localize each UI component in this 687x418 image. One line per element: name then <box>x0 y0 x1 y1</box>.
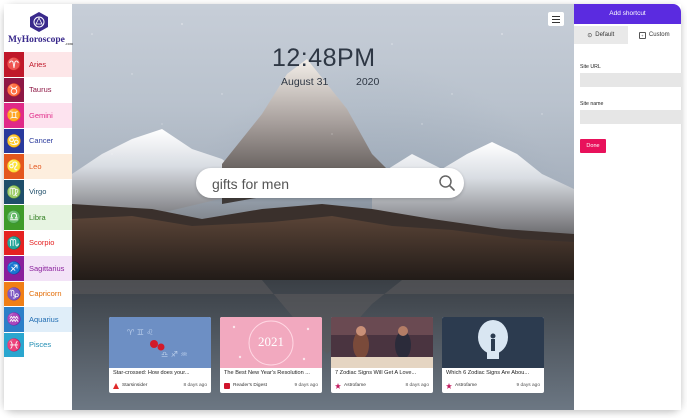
sidebar-item-label: Pisces <box>29 340 52 350</box>
news-card[interactable]: Which 6 Zodiac Signs Are Abou... Astrofa… <box>442 317 544 393</box>
site-url-label: Site URL <box>580 64 601 70</box>
sidebar-item-label: Gemini <box>29 110 53 120</box>
card-title: The Best New Year's Resolution ... <box>224 370 310 376</box>
done-button[interactable]: Done <box>580 139 606 153</box>
sidebar-item-label: Capricorn <box>29 289 62 299</box>
svg-text:2021: 2021 <box>258 334 284 349</box>
cancer-icon: ♋ <box>4 128 24 153</box>
card-source: Astrofame <box>344 383 366 388</box>
logo-gem-icon <box>30 12 48 32</box>
new-tab-background: 12:48PM August 31 2020 ♈ ♊ ♌ ♎ ♐ ♒ Star-… <box>72 4 574 410</box>
astrofame-logo-icon <box>446 383 452 389</box>
aries-icon: ♈ <box>4 52 24 77</box>
card-age: 8 days ago <box>405 383 429 388</box>
clock-date: August 31 <box>281 76 329 88</box>
starsinsider-logo-icon <box>113 383 119 389</box>
taurus-icon: ♉ <box>4 77 24 102</box>
card-thumbnail-zodiac-hearts: ♈ ♊ ♌ ♎ ♐ ♒ <box>109 317 211 368</box>
gemini-icon: ♊ <box>4 103 24 128</box>
svg-text:♈ ♊ ♌: ♈ ♊ ♌ <box>127 328 154 337</box>
brand-logo[interactable]: MyHoroscope.com <box>4 4 73 50</box>
card-title: Which 6 Zodiac Signs Are Abou... <box>446 370 530 376</box>
card-thumbnail-couple-dinner <box>331 317 433 368</box>
readers-digest-logo-icon <box>224 383 230 389</box>
astrofame-logo-icon <box>335 383 341 389</box>
aquarius-icon: ♒ <box>4 307 24 332</box>
search-icon[interactable] <box>438 174 456 192</box>
sidebar-item-label: Cancer <box>29 136 54 146</box>
sidebar-item-leo[interactable]: ♌ Leo <box>4 154 72 180</box>
brand-name: MyHoroscope.com <box>8 35 73 46</box>
card-source: Astrofame <box>455 383 477 388</box>
news-card[interactable]: 2021 The Best New Year's Resolution ... … <box>220 317 322 393</box>
zodiac-list: ♈ Aries ♉ Taurus ♊ Gemini ♋ Cancer ♌ Leo ♍ Virgo ♎ Li… <box>4 52 72 358</box>
sidebar-item-label: Libra <box>29 212 46 222</box>
news-card[interactable]: 7 Zodiac Signs Will Get A Love... Astrof… <box>331 317 433 393</box>
sidebar-item-taurus[interactable]: ♉ Taurus <box>4 77 72 103</box>
sidebar-item-label: Taurus <box>29 85 52 95</box>
sagittarius-icon: ♐ <box>4 256 24 281</box>
card-thumbnail-new-year: 2021 <box>220 317 322 368</box>
menu-icon[interactable] <box>548 12 564 26</box>
pisces-icon: ♓ <box>4 332 24 357</box>
tab-label: Custom <box>648 32 670 38</box>
sidebar-item-aries[interactable]: ♈ Aries <box>4 52 72 78</box>
card-source: Reader's Digest <box>233 383 267 388</box>
sidebar-item-sagittarius[interactable]: ♐ Sagittarius <box>4 256 72 282</box>
sidebar-item-label: Virgo <box>29 187 47 197</box>
default-tab-icon: ⊙ <box>587 32 593 39</box>
clock-year: 2020 <box>356 76 380 88</box>
panel-header: Add shortcut <box>574 4 681 24</box>
sidebar-item-scorpio[interactable]: ♏ Scorpio <box>4 230 72 256</box>
svg-text:♎ ♐ ♒: ♎ ♐ ♒ <box>161 350 188 359</box>
sidebar-item-pisces[interactable]: ♓ Pisces <box>4 332 72 358</box>
tab-label: Default <box>595 32 615 38</box>
sidebar-item-cancer[interactable]: ♋ Cancer <box>4 128 72 154</box>
zodiac-sidebar: MyHoroscope.com ♈ Aries ♉ Taurus ♊ Gemini ♋ Can… <box>4 4 73 410</box>
virgo-icon: ♍ <box>4 179 24 204</box>
sidebar-item-libra[interactable]: ♎ Libra <box>4 205 72 231</box>
clock-time: 12:48PM <box>272 44 376 72</box>
libra-icon: ♎ <box>4 205 24 230</box>
leo-icon: ♌ <box>4 154 24 179</box>
card-age: 8 days ago <box>183 383 207 388</box>
tab-default[interactable]: ⊙ Default <box>574 26 628 44</box>
site-name-label: Site name <box>580 101 604 107</box>
tab-custom[interactable]: + Custom <box>628 26 682 44</box>
capricorn-icon: ♑ <box>4 281 24 306</box>
custom-tab-icon: + <box>638 31 646 39</box>
search-input[interactable] <box>210 172 434 196</box>
sidebar-item-virgo[interactable]: ♍ Virgo <box>4 179 72 205</box>
search-bar <box>196 168 464 198</box>
sidebar-item-capricorn[interactable]: ♑ Capricorn <box>4 281 72 307</box>
card-title: Star-crossed: How does your... <box>113 370 190 376</box>
scorpio-icon: ♏ <box>4 230 24 255</box>
site-name-input[interactable] <box>580 110 682 124</box>
news-card[interactable]: ♈ ♊ ♌ ♎ ♐ ♒ Star-crossed: How does your.… <box>109 317 211 393</box>
sidebar-item-aquarius[interactable]: ♒ Aquarius <box>4 307 72 333</box>
sidebar-item-label: Aries <box>29 59 47 69</box>
site-url-input[interactable] <box>580 73 682 87</box>
card-age: 9 days ago <box>516 383 540 388</box>
card-thumbnail-lightbulb <box>442 317 544 368</box>
card-source: Starsinsider <box>122 383 148 388</box>
sidebar-item-label: Leo <box>29 161 42 171</box>
card-age: 9 days ago <box>294 383 318 388</box>
sidebar-item-label: Scorpio <box>29 238 55 248</box>
shortcut-tabs: ⊙ Default + Custom <box>574 26 681 44</box>
add-shortcut-panel: Add shortcut ⊙ Default + Custom Site URL… <box>574 4 682 410</box>
sidebar-item-label: Sagittarius <box>29 263 65 273</box>
sidebar-item-label: Aquarius <box>29 314 59 324</box>
card-title: 7 Zodiac Signs Will Get A Love... <box>335 370 417 376</box>
sidebar-item-gemini[interactable]: ♊ Gemini <box>4 103 72 129</box>
